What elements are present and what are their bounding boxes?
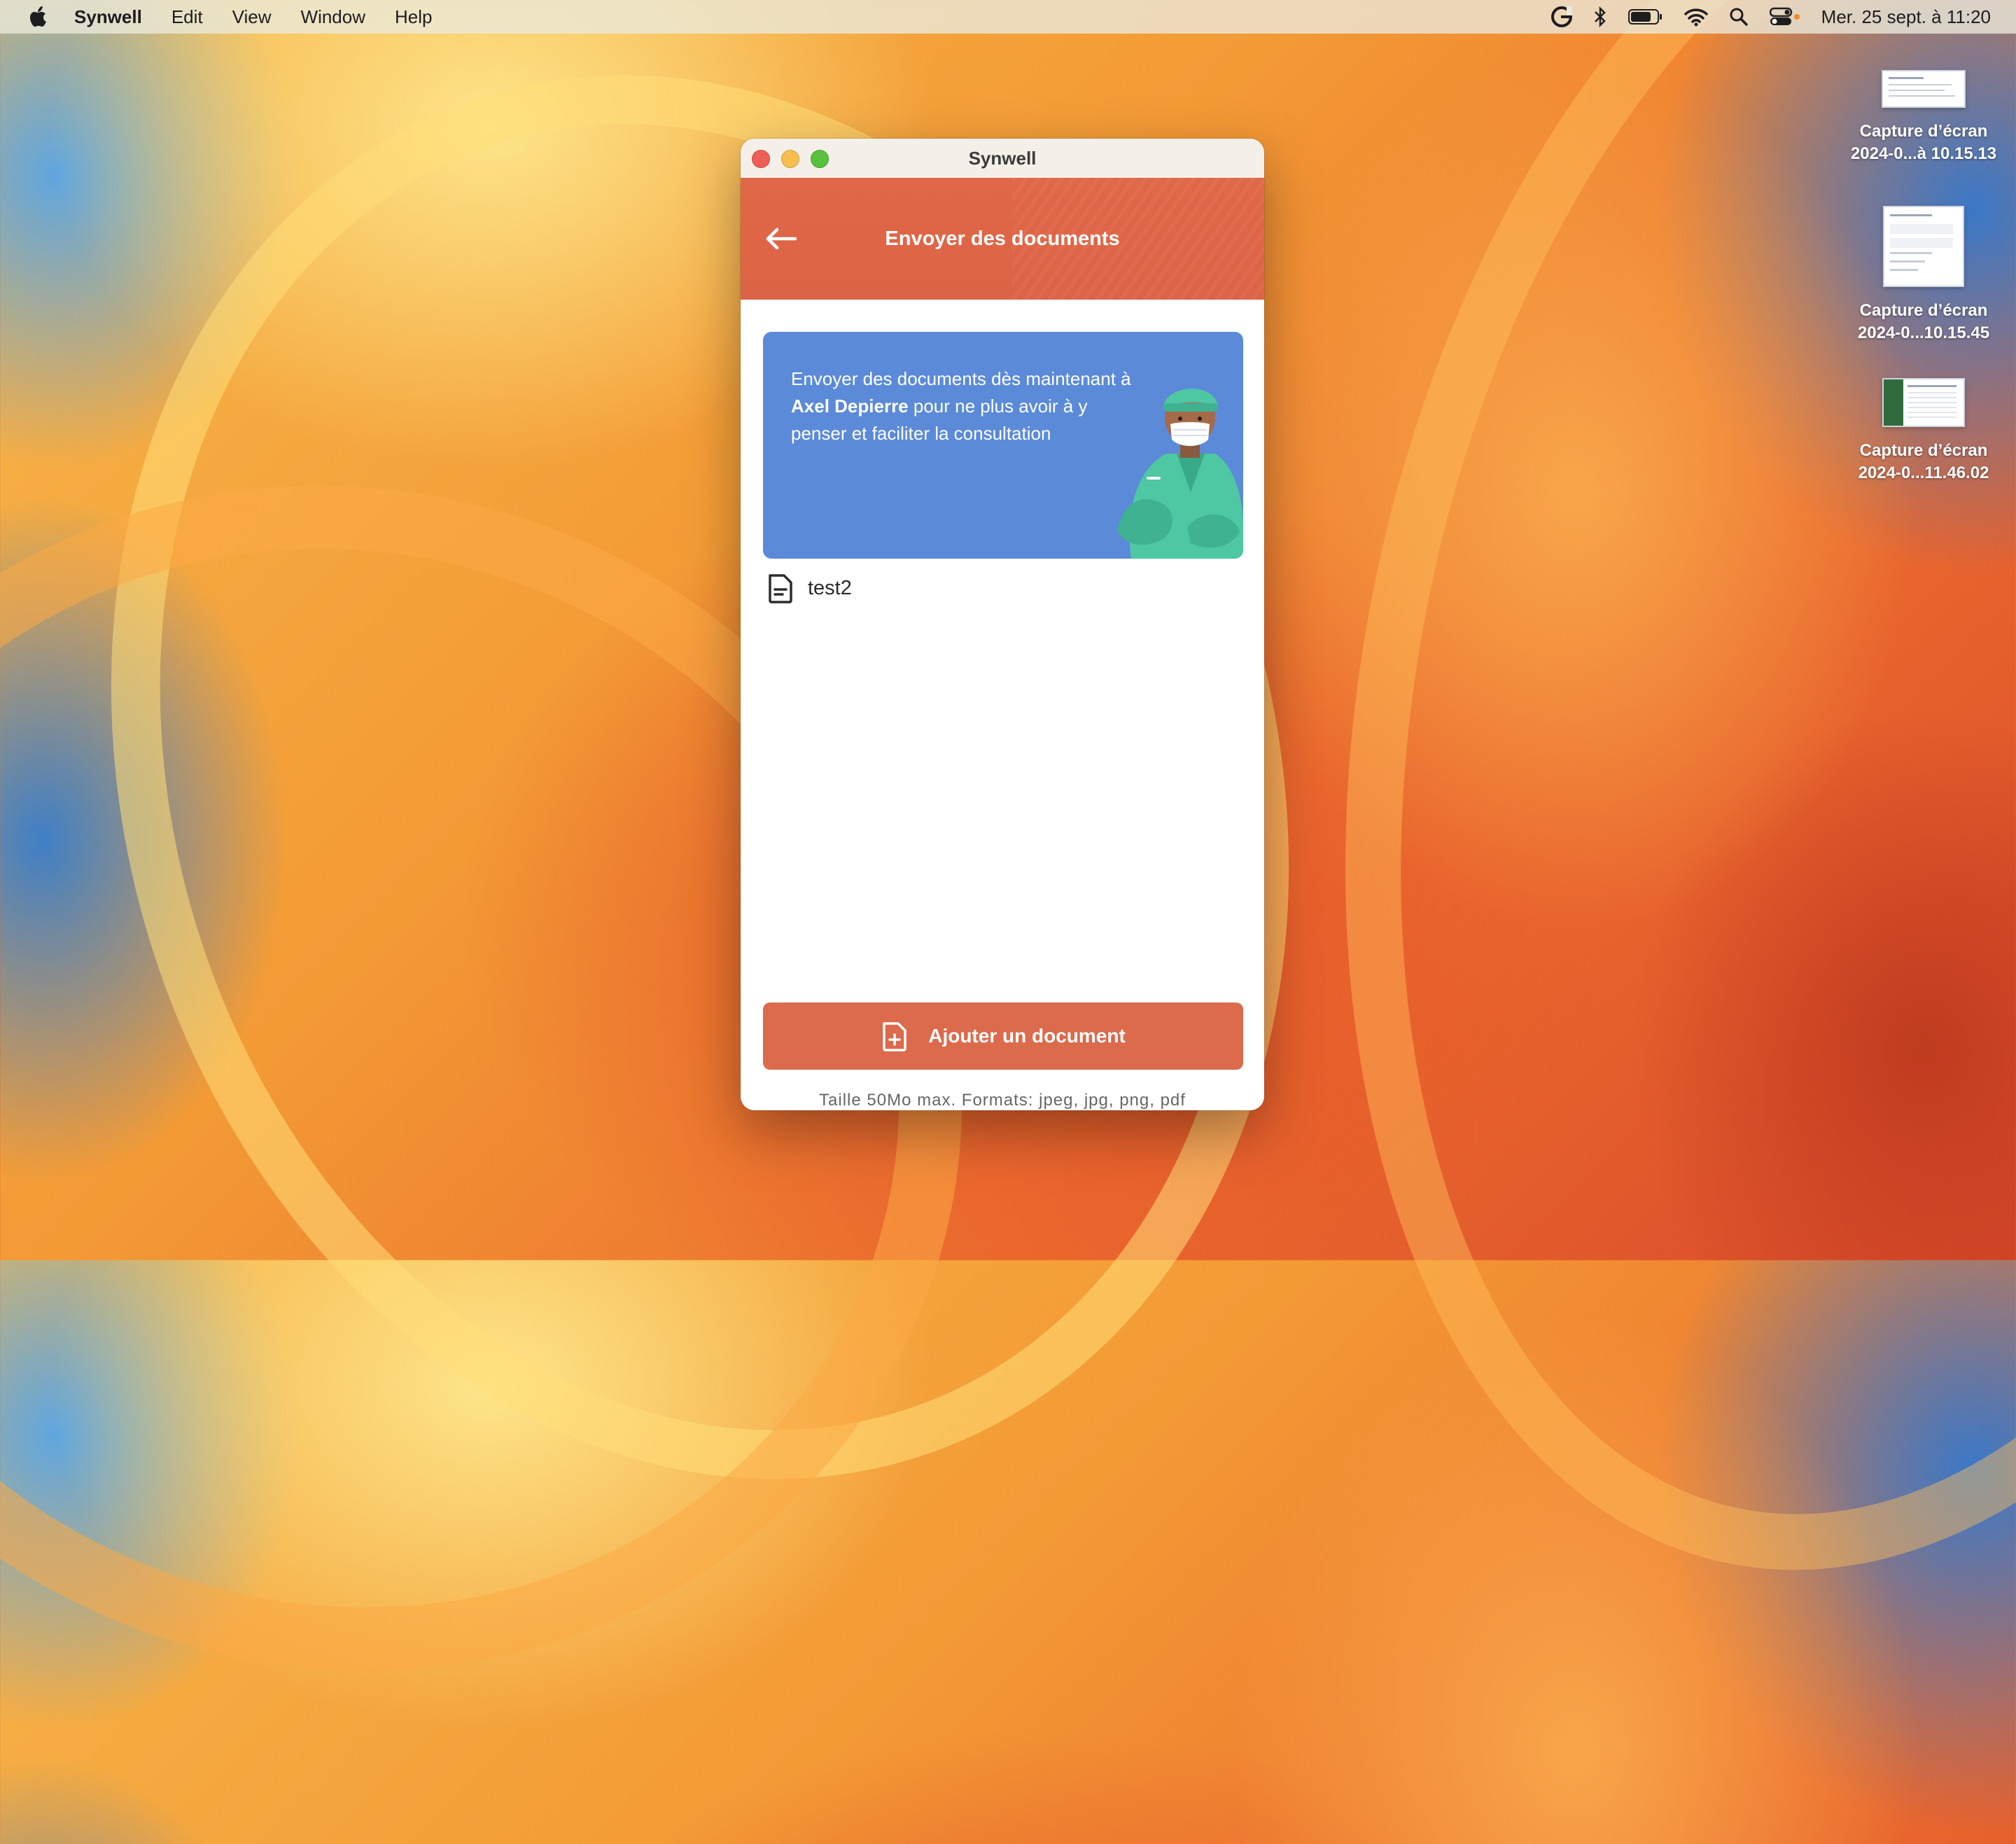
close-window-button[interactable] (752, 150, 770, 168)
menu-clock[interactable]: Mer. 25 sept. à 11:20 (1821, 6, 1991, 28)
desktop-file-2-label: Capture d’écran (1859, 301, 1988, 320)
menu-help[interactable]: Help (395, 6, 432, 28)
desktop-file-2-date: 2024-0...10.15.45 (1857, 323, 1990, 342)
doctor-name: Axel Depierre (791, 396, 909, 417)
doctor-illustration-icon (1117, 389, 1243, 559)
menu-edit[interactable]: Edit (172, 6, 203, 28)
screenshot-thumbnail-icon (1882, 378, 1965, 427)
menu-view[interactable]: View (232, 6, 272, 28)
desktop-file-1[interactable]: Capture d’écran 2024-0...à 10.15.13 (1840, 70, 2008, 165)
desktop-file-2[interactable]: Capture d’écran 2024-0...10.15.45 (1840, 206, 2008, 344)
spotlight-search-icon[interactable] (1729, 7, 1749, 27)
battery-icon[interactable] (1628, 8, 1663, 25)
screenshot-thumbnail-icon (1882, 70, 1966, 108)
screenshot-thumbnail-icon (1883, 206, 1964, 287)
desktop-file-1-date: 2024-0...à 10.15.13 (1850, 144, 1997, 163)
desktop-file-1-label: Capture d’écran (1859, 122, 1988, 141)
app-window: Synwell Envoyer des documents Envoyer de… (741, 139, 1264, 1110)
add-document-button[interactable]: Ajouter un document (763, 1003, 1243, 1070)
app-header: Envoyer des documents (741, 178, 1264, 300)
desktop-file-3-date: 2024-0...11.46.02 (1858, 463, 1989, 482)
control-center-icon[interactable] (1769, 7, 1800, 27)
banner-text-intro: Envoyer des documents dès maintenant à (791, 368, 1131, 389)
zoom-window-button[interactable] (811, 150, 829, 168)
bluetooth-icon[interactable] (1593, 6, 1607, 27)
document-item[interactable]: test2 (767, 573, 852, 603)
wifi-icon[interactable] (1684, 7, 1708, 27)
info-banner: Envoyer des documents dès maintenant à A… (763, 332, 1243, 559)
file-plus-icon (883, 1022, 906, 1052)
upload-constraints-hint: Taille 50Mo max. Formats: jpeg, jpg, png… (819, 1091, 1186, 1110)
window-title: Synwell (968, 147, 1037, 169)
main-content: Envoyer des documents dès maintenant à A… (741, 300, 1264, 1110)
document-name: test2 (808, 576, 852, 599)
minimize-window-button[interactable] (781, 150, 799, 168)
menu-bar: Synwell Edit View Window Help Mer. 25 se… (0, 0, 2016, 34)
window-titlebar[interactable]: Synwell (741, 139, 1264, 178)
menu-app-name[interactable]: Synwell (74, 6, 142, 28)
apple-menu-icon[interactable] (25, 6, 53, 28)
grammarly-icon[interactable] (1550, 6, 1572, 27)
page-title: Envoyer des documents (885, 227, 1120, 250)
menu-window[interactable]: Window (301, 6, 365, 28)
banner-text: Envoyer des documents dès maintenant à A… (791, 365, 1141, 447)
desktop-file-3[interactable]: Capture d’écran 2024-0...11.46.02 (1840, 378, 2008, 484)
desktop-file-3-label: Capture d’écran (1859, 441, 1988, 460)
back-button[interactable] (762, 221, 801, 256)
document-icon (769, 574, 792, 603)
arrow-left-icon (766, 228, 797, 250)
add-document-label: Ajouter un document (928, 1025, 1126, 1047)
